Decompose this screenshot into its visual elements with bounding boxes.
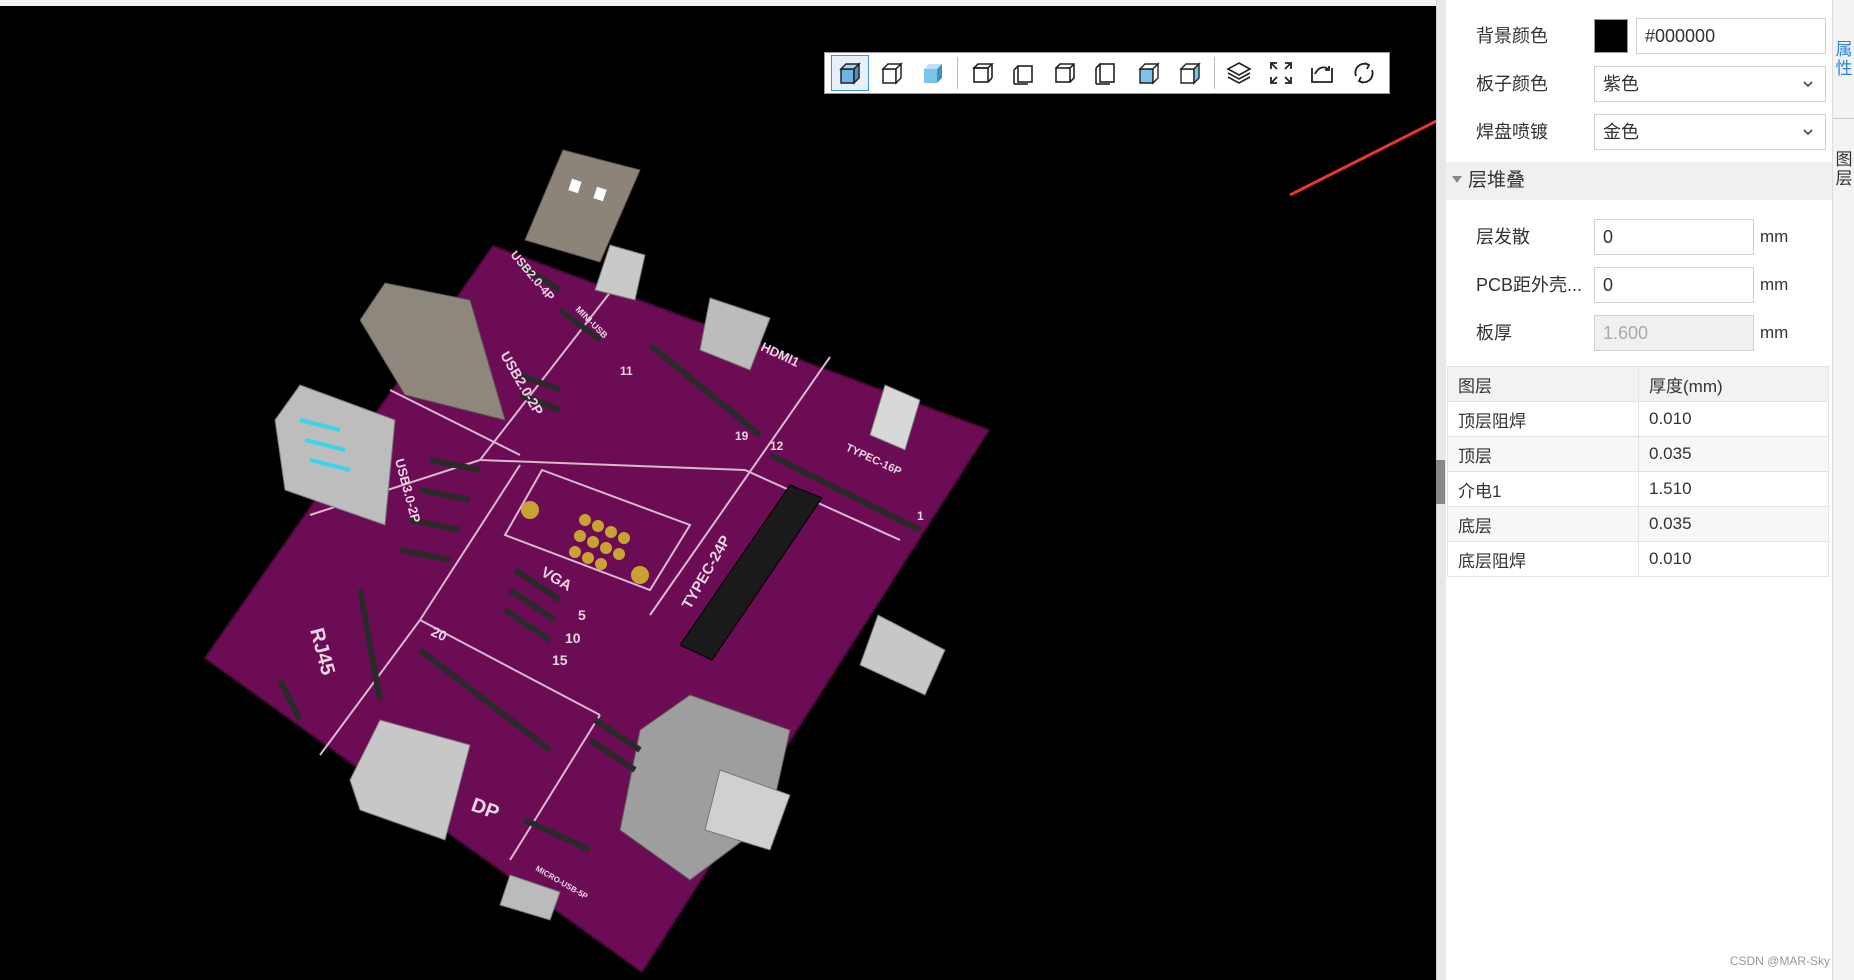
toolbar-separator — [1214, 57, 1216, 89]
board-thickness-row: 板厚 1.600 mm — [1446, 315, 1832, 351]
view-back-button[interactable] — [1088, 55, 1126, 91]
view-right-button[interactable] — [1171, 55, 1209, 91]
layer-thickness-cell: 1.510 — [1638, 471, 1829, 507]
pad-finish-label: 焊盘喷镀 — [1476, 122, 1548, 142]
label-pin-1: 1 — [917, 509, 924, 523]
table-row[interactable]: 顶层阻焊 0.010 — [1447, 401, 1829, 437]
tab-properties[interactable]: 属性 — [1833, 40, 1854, 78]
view-bottom-button[interactable] — [1005, 55, 1043, 91]
layer-spread-unit: mm — [1760, 227, 1789, 246]
table-row[interactable]: 介电1 1.510 — [1447, 471, 1829, 507]
board-thickness-input: 1.600 — [1594, 315, 1754, 351]
cube-solid-icon — [839, 62, 861, 85]
cube-left-icon — [1137, 62, 1160, 85]
board-color-row: 板子颜色 紫色 — [1446, 66, 1832, 102]
export-image-button[interactable] — [1304, 55, 1342, 91]
expand-icon — [1269, 62, 1292, 84]
export-icon — [1311, 66, 1334, 83]
layer-name-cell: 底层阻焊 — [1447, 541, 1639, 577]
pad-finish-row: 焊盘喷镀 金色 — [1446, 114, 1832, 150]
layer-name-cell: 底层 — [1447, 506, 1639, 542]
label-pin-19: 19 — [735, 429, 749, 443]
cube-back-icon — [1095, 63, 1115, 85]
layer-thickness-cell: 0.010 — [1638, 541, 1829, 577]
board-thickness-unit: mm — [1760, 323, 1789, 342]
layer-thickness-cell: 0.035 — [1638, 506, 1829, 542]
rotate-button[interactable] — [1345, 55, 1383, 91]
view-toolbar — [824, 52, 1390, 94]
pcb-distance-row: PCB距外壳... 0 mm — [1446, 267, 1832, 303]
layer-name-cell: 介电1 — [1447, 471, 1639, 507]
collapse-triangle-icon — [1452, 176, 1462, 183]
layers-icon — [1226, 62, 1252, 84]
tab-divider — [1833, 118, 1854, 119]
view-top-button[interactable] — [963, 55, 1001, 91]
board-color-label: 板子颜色 — [1476, 74, 1548, 94]
table-row[interactable]: 底层阻焊 0.010 — [1447, 541, 1829, 577]
layers-button[interactable] — [1220, 55, 1258, 91]
table-row[interactable]: 顶层 0.035 — [1447, 436, 1829, 472]
board-color-value: 紫色 — [1603, 74, 1639, 94]
pad-finish-select[interactable]: 金色 — [1594, 114, 1826, 150]
layer-thickness-cell: 0.035 — [1638, 436, 1829, 472]
stackup-section-header[interactable]: 层堆叠 — [1446, 162, 1832, 200]
label-pin-11: 11 — [620, 364, 633, 378]
background-color-label: 背景颜色 — [1476, 26, 1548, 46]
view-left-button[interactable] — [1130, 55, 1168, 91]
background-color-input[interactable]: #000000 — [1636, 18, 1826, 54]
fit-view-button[interactable] — [1262, 55, 1300, 91]
rotate-icon — [1354, 62, 1374, 84]
table-header-row: 图层 厚度(mm) — [1447, 366, 1829, 402]
cube-bottom-icon — [1012, 65, 1033, 85]
label-pin-10: 10 — [565, 630, 581, 646]
chevron-down-icon — [1803, 129, 1813, 136]
layer-spread-label: 层发散 — [1476, 227, 1530, 247]
background-color-row: 背景颜色 #000000 — [1446, 18, 1832, 54]
view-3d-outline-button[interactable] — [873, 55, 911, 91]
pcb-distance-label: PCB距外壳... — [1476, 275, 1583, 295]
board-thickness-label: 板厚 — [1476, 323, 1512, 343]
pad-finish-value: 金色 — [1603, 122, 1639, 142]
layer-stack-table: 图层 厚度(mm) 顶层阻焊 0.010 顶层 0.035 介电1 1.510 … — [1447, 366, 1829, 577]
layer-name-cell: 顶层 — [1447, 436, 1639, 472]
layer-thickness-cell: 0.010 — [1638, 401, 1829, 437]
label-pin-12: 12 — [770, 439, 784, 453]
layer-spread-input[interactable]: 0 — [1594, 219, 1754, 255]
layer-name-cell: 顶层阻焊 — [1447, 401, 1639, 437]
view-3d-shaded-button[interactable] — [914, 55, 952, 91]
board-color-select[interactable]: 紫色 — [1594, 66, 1826, 102]
side-tab-strip: 属性 图层 — [1832, 0, 1854, 980]
usb3-connector — [274, 384, 396, 526]
layer-spread-row: 层发散 0 mm — [1446, 219, 1832, 255]
pcb-distance-input[interactable]: 0 — [1594, 267, 1754, 303]
column-header-thickness: 厚度(mm) — [1638, 366, 1829, 402]
chevron-down-icon — [1803, 81, 1813, 88]
view-3d-solid-button[interactable] — [831, 55, 869, 91]
view-front-button[interactable] — [1046, 55, 1084, 91]
cube-right-icon — [1179, 62, 1202, 85]
pcb-distance-unit: mm — [1760, 275, 1789, 294]
label-pin-15: 15 — [552, 652, 568, 668]
table-row[interactable]: 底层 0.035 — [1447, 506, 1829, 542]
watermark: CSDN @MAR-Sky — [1729, 954, 1830, 968]
toolbar-separator — [957, 57, 959, 89]
background-color-swatch[interactable] — [1594, 19, 1628, 53]
typec24-connector — [859, 614, 946, 696]
cube-shaded-icon — [924, 64, 943, 83]
usb2-connector — [524, 149, 641, 263]
cube-front-icon — [1055, 63, 1076, 83]
cube-top-icon — [971, 63, 994, 83]
cube-outline-icon — [880, 62, 903, 85]
label-pin-5: 5 — [578, 607, 586, 623]
3d-viewport[interactable]: USB2.0-4P MINI-USB USB2.0-2P HDMI1 TYPEC… — [0, 6, 1436, 980]
annotation-arrow — [1289, 119, 1436, 197]
pcb-board — [203, 244, 991, 974]
splitter-handle[interactable] — [1436, 460, 1445, 504]
column-header-layer: 图层 — [1447, 366, 1639, 402]
pcb-3d-scene: USB2.0-4P MINI-USB USB2.0-2P HDMI1 TYPEC… — [203, 119, 1436, 974]
stackup-section-title: 层堆叠 — [1468, 170, 1526, 191]
tab-layers[interactable]: 图层 — [1833, 150, 1854, 188]
